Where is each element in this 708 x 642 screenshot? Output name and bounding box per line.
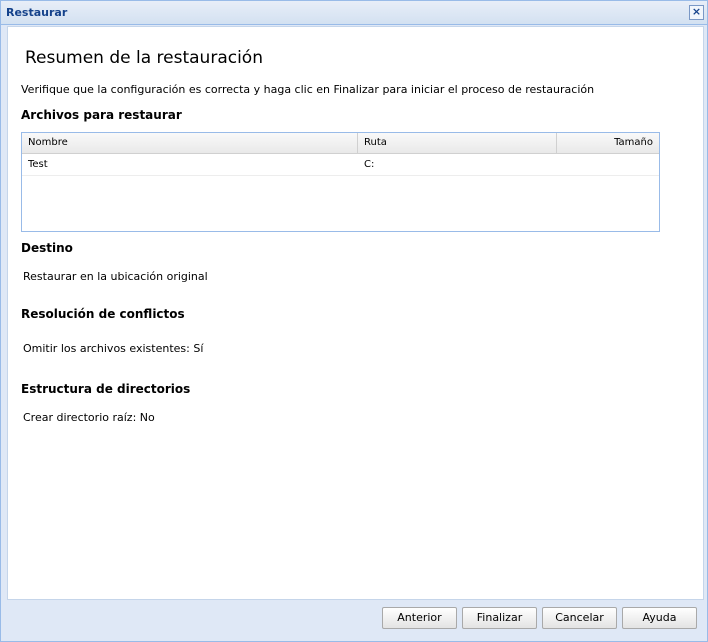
dialog-body: Resumen de la restauración Verifique que… [7, 26, 704, 600]
help-button[interactable]: Ayuda [622, 607, 697, 629]
intro-text: Verifique que la configuración es correc… [21, 83, 595, 96]
conflicts-title: Resolución de conflictos [21, 307, 185, 321]
column-header-name[interactable]: Nombre [22, 133, 358, 154]
column-header-size[interactable]: Tamaño [557, 133, 659, 154]
files-grid[interactable]: Nombre Ruta Tamaño Test C: [21, 132, 660, 232]
restore-dialog: Restaurar × Resumen de la restauración V… [0, 0, 708, 642]
cell-size [557, 154, 659, 175]
destination-title: Destino [21, 241, 73, 255]
finish-button[interactable]: Finalizar [462, 607, 537, 629]
files-section-title: Archivos para restaurar [21, 108, 182, 122]
table-row[interactable]: Test C: [22, 154, 659, 176]
destination-value: Restaurar en la ubicación original [23, 270, 208, 283]
page-title: Resumen de la restauración [25, 48, 263, 68]
grid-header: Nombre Ruta Tamaño [22, 133, 659, 154]
dialog-title: Restaurar [6, 6, 68, 19]
conflicts-value: Omitir los archivos existentes: Sí [23, 342, 204, 355]
directory-title: Estructura de directorios [21, 382, 191, 396]
column-header-path[interactable]: Ruta [358, 133, 557, 154]
directory-value: Crear directorio raíz: No [23, 411, 155, 424]
dialog-footer: Anterior Finalizar Cancelar Ayuda [1, 601, 707, 641]
back-button[interactable]: Anterior [382, 607, 457, 629]
cell-name: Test [28, 159, 48, 170]
cancel-button[interactable]: Cancelar [542, 607, 617, 629]
close-icon[interactable]: × [689, 5, 704, 20]
dialog-titlebar[interactable]: Restaurar × [1, 1, 707, 25]
cell-path: C: [364, 159, 375, 170]
